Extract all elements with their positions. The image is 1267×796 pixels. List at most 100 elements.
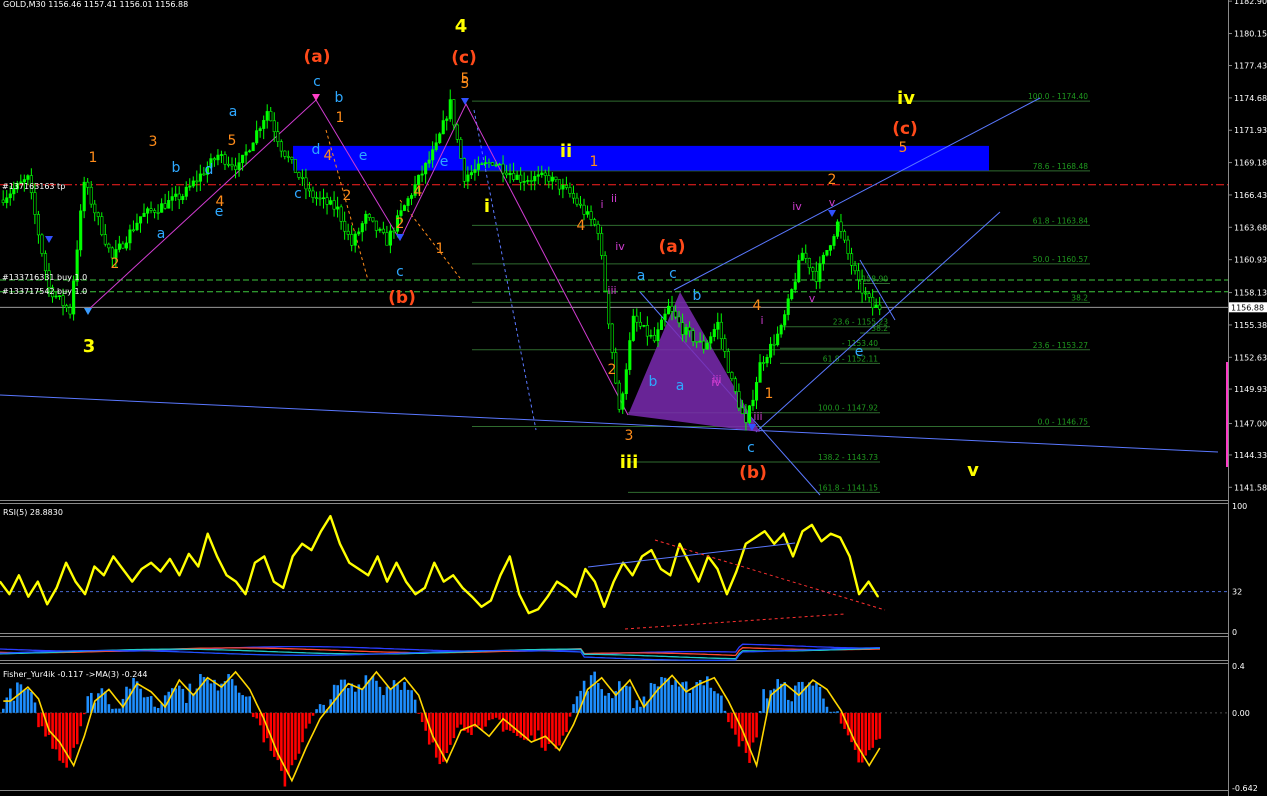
- candle-body: [476, 163, 481, 170]
- candle-body: [790, 289, 794, 300]
- wave-label: 1: [336, 110, 345, 126]
- candle-body: [557, 179, 561, 190]
- fisher-bar: [660, 677, 663, 713]
- wave-label: (b): [388, 288, 416, 308]
- wave-label: 1: [436, 241, 445, 257]
- candle-body: [339, 206, 343, 222]
- fisher-bar: [526, 712, 530, 741]
- candle-body: [554, 176, 558, 180]
- price-tick-label: 1152.63: [1234, 353, 1267, 362]
- candle-body: [325, 197, 329, 205]
- fisher-bar: [178, 685, 181, 713]
- candle-body: [800, 252, 804, 261]
- fisher-bar: [413, 699, 417, 713]
- candle-body: [96, 212, 100, 217]
- candle-body: [138, 216, 143, 224]
- fisher-bar: [30, 691, 33, 713]
- fisher-bar: [818, 686, 822, 713]
- price-tick-label: 1141.58: [1234, 483, 1267, 492]
- trading-chart[interactable]: 1182.90 1180.15 1177.43 1174.68 1171.93 1169.…: [0, 0, 1267, 796]
- fisher-bar: [156, 708, 160, 713]
- fisher-bar: [544, 712, 547, 751]
- fisher-bar: [16, 682, 19, 713]
- candle-body: [874, 304, 878, 308]
- fisher-bar: [12, 700, 16, 713]
- fisher-bar: [368, 680, 371, 713]
- fisher-bar: [878, 712, 882, 739]
- fisher-bar: [575, 696, 579, 713]
- fisher-bar: [206, 679, 209, 713]
- candle-body: [68, 307, 72, 315]
- wave-label: iii: [753, 410, 762, 423]
- fisher-bar: [86, 696, 90, 713]
- wave-label: 2: [111, 256, 120, 272]
- price-tick-label: 1177.43: [1234, 62, 1267, 71]
- fisher-bar: [677, 686, 681, 713]
- wave-label: a: [637, 268, 646, 284]
- candle-body: [839, 221, 843, 232]
- wave-label: a: [229, 104, 238, 120]
- fisher-bar: [867, 712, 871, 751]
- candle-body: [61, 295, 65, 306]
- candle-body: [501, 163, 505, 174]
- fisher-bar: [603, 695, 607, 713]
- candle-body: [490, 162, 495, 166]
- candle-body: [146, 208, 150, 214]
- fisher-bar: [804, 686, 808, 713]
- wave-label: v: [967, 460, 979, 481]
- candle-body: [353, 233, 357, 246]
- candle-body: [850, 253, 854, 266]
- candle-body: [860, 279, 864, 294]
- wave-label: b: [693, 288, 702, 304]
- fisher-bar: [653, 683, 656, 713]
- fisher-bar: [97, 693, 100, 713]
- wave-label: c: [294, 186, 302, 202]
- fisher-bar: [350, 683, 354, 713]
- fisher-bar: [403, 682, 406, 713]
- fisher-bar: [480, 712, 484, 730]
- fisher-bar: [237, 692, 241, 713]
- candle-body: [568, 187, 572, 194]
- candle-body: [751, 399, 755, 407]
- wave-label: 4: [455, 16, 468, 37]
- candle-body: [638, 321, 642, 327]
- fisher-bar: [445, 712, 449, 754]
- candle-body: [670, 305, 674, 312]
- candle-body: [519, 174, 523, 183]
- fisher-bar: [51, 712, 54, 749]
- candle-body: [631, 315, 635, 341]
- fisher-tick-label: 0.00: [1232, 709, 1250, 718]
- fisher-bar: [23, 690, 26, 713]
- fisher-bar: [153, 706, 156, 713]
- fisher-bar: [385, 686, 389, 713]
- candle-body: [311, 190, 315, 198]
- candle-body: [522, 181, 526, 183]
- candle-body: [427, 159, 431, 164]
- candle-body: [550, 176, 554, 182]
- candle-body: [336, 206, 340, 210]
- candle-body: [547, 175, 551, 182]
- candle-body: [33, 192, 37, 215]
- candle-body: [758, 362, 762, 383]
- candle-body: [188, 185, 192, 188]
- wave-label: c: [396, 264, 404, 280]
- candle-body: [360, 223, 364, 233]
- candle-body: [371, 217, 375, 222]
- fisher-bar: [230, 679, 234, 713]
- wave-label: iv: [711, 376, 721, 389]
- candle-body: [536, 174, 540, 177]
- fisher-bar: [209, 683, 213, 713]
- fisher-bar: [723, 710, 727, 713]
- fisher-bar: [794, 685, 797, 713]
- candle-body: [621, 393, 625, 410]
- fisher-bar: [223, 681, 227, 713]
- candle-body: [272, 120, 276, 132]
- fisher-bar: [744, 712, 748, 753]
- fib-level-label: 61.8 - 1163.84: [1033, 216, 1088, 225]
- wave-label: (c): [451, 48, 477, 68]
- fisher-bar: [354, 691, 357, 713]
- fisher-bar: [315, 709, 318, 713]
- fisher-bar: [871, 712, 875, 748]
- fisher-bar: [551, 712, 554, 743]
- fisher-bar: [40, 712, 44, 727]
